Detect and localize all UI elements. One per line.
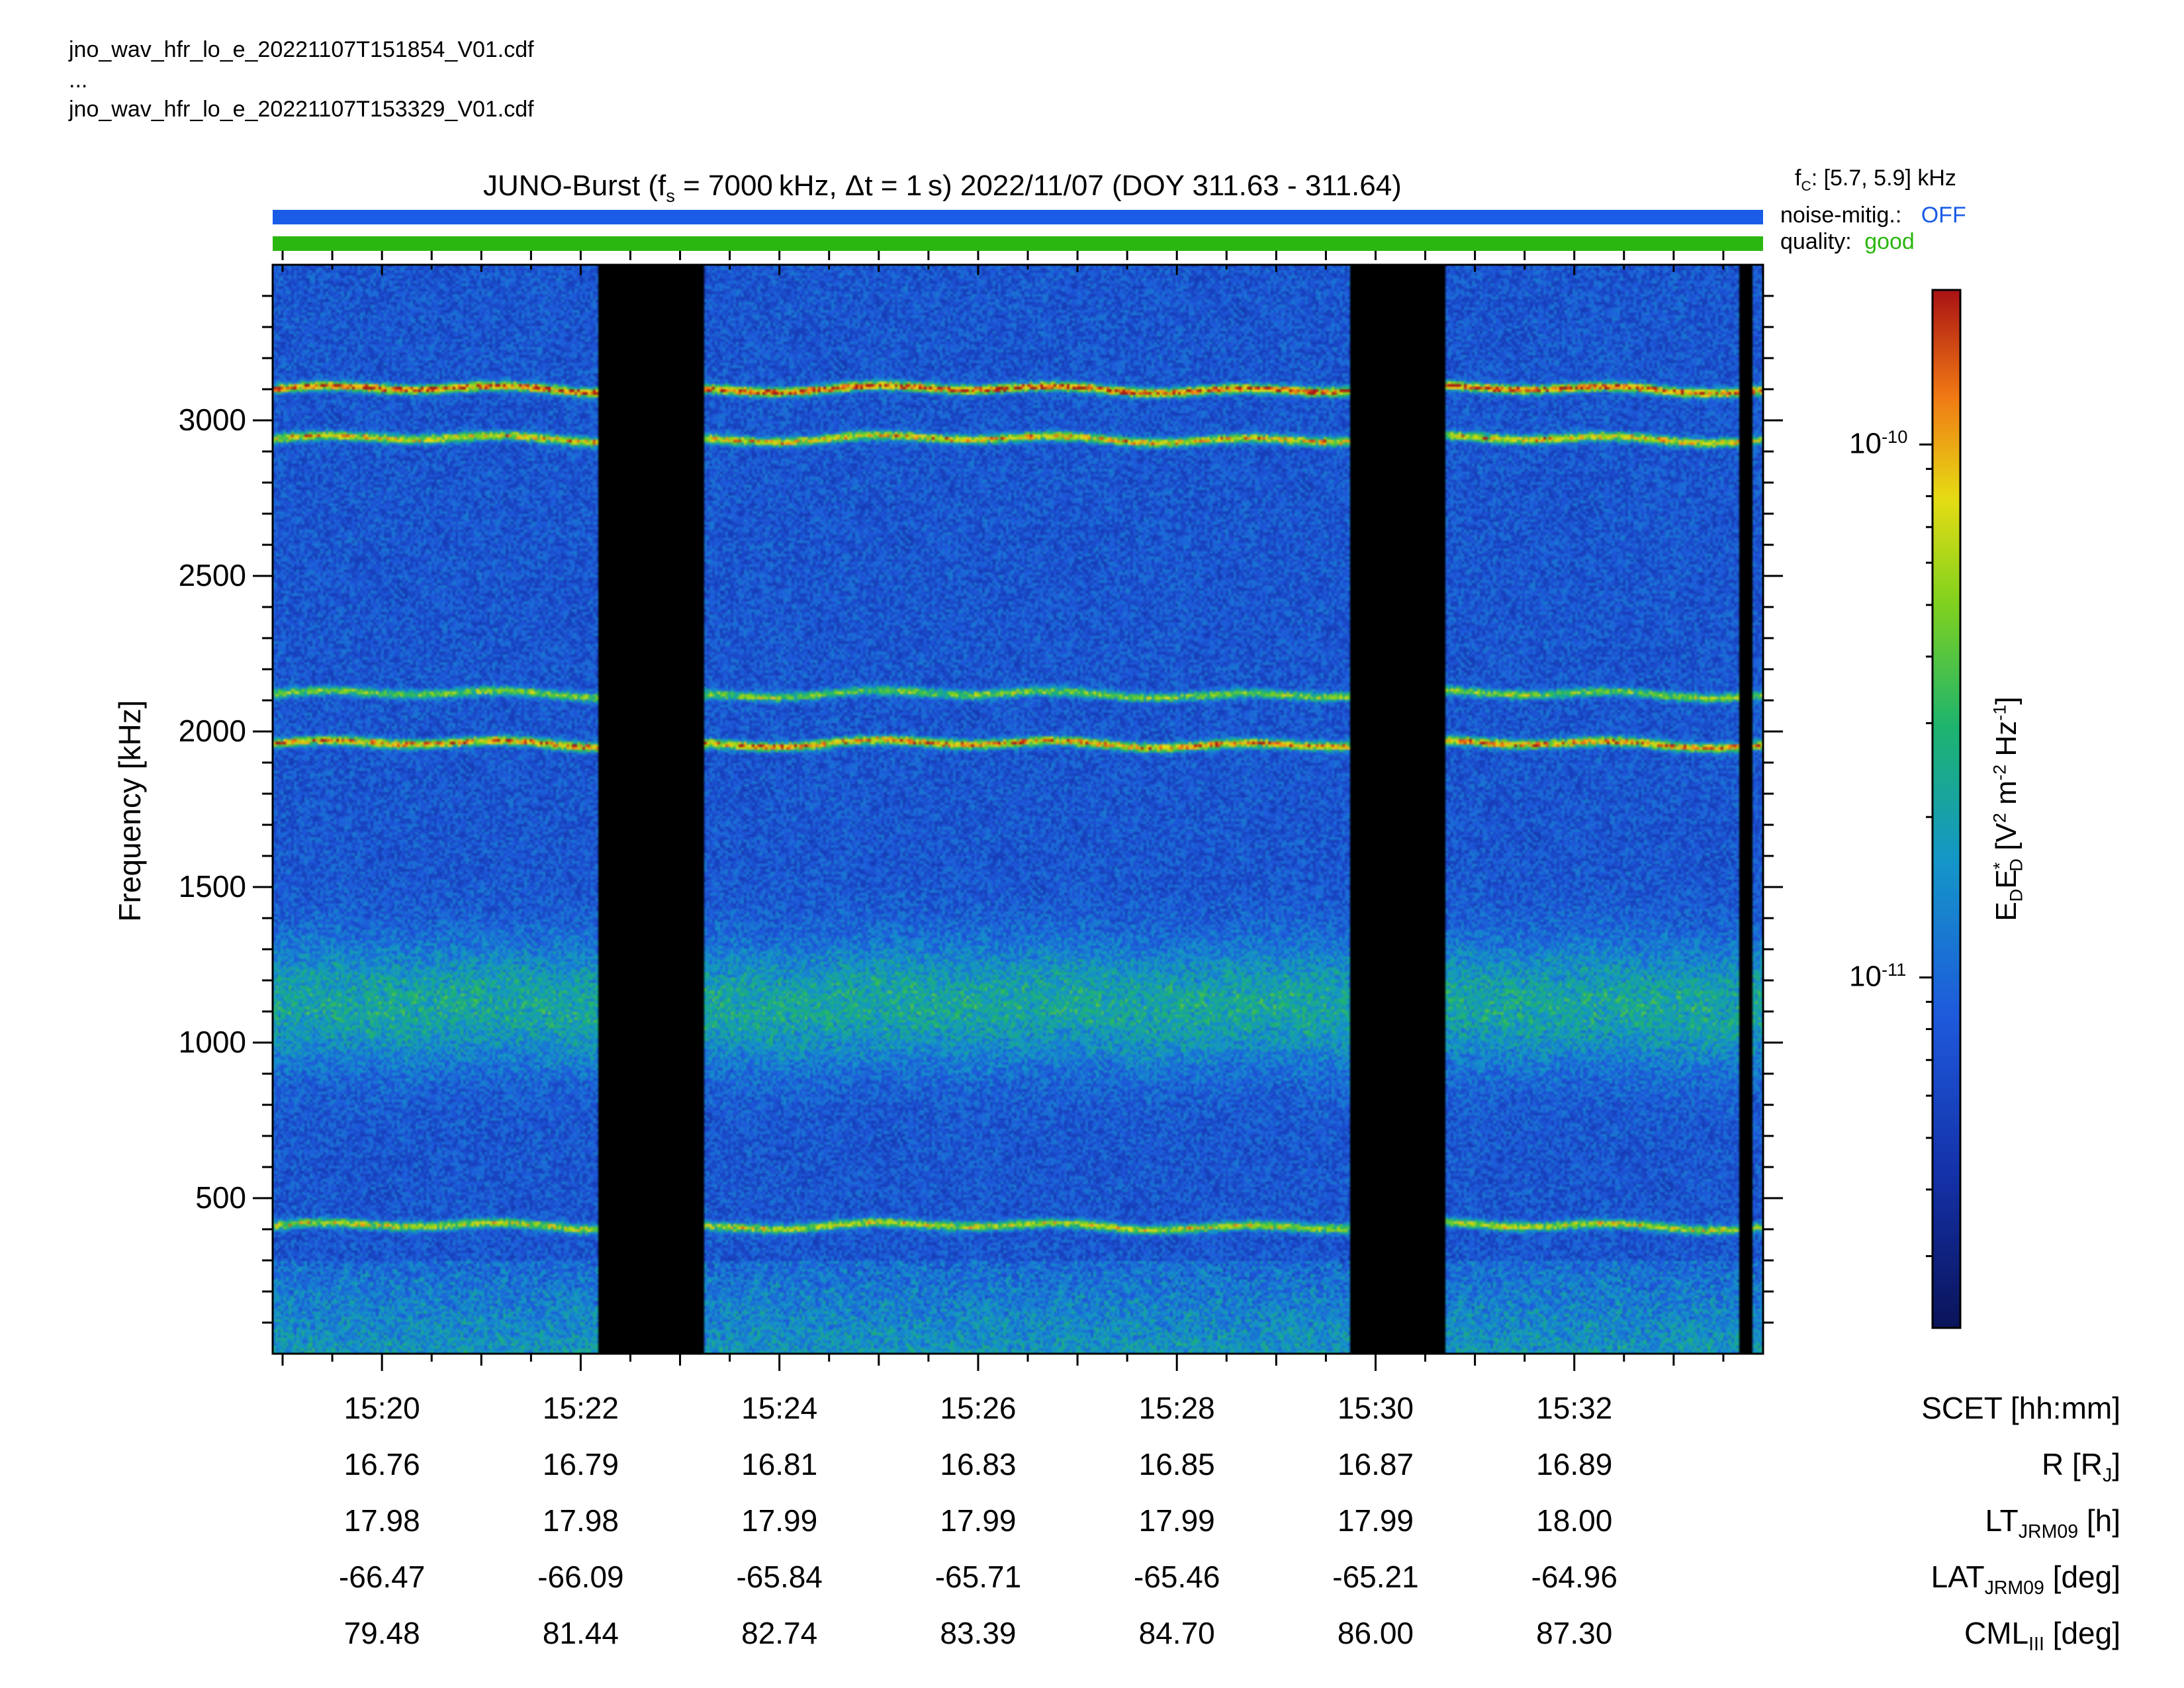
- ephemeris-label: R [RJ]: [2042, 1446, 2120, 1487]
- cbar-label-sub2: D: [2005, 858, 2026, 872]
- ephemeris-value: -66.47: [338, 1560, 426, 1594]
- ephemeris-label-tail: [h]: [2078, 1503, 2120, 1538]
- ephemeris-value: 15:28: [1138, 1391, 1215, 1425]
- ephemeris-value: 16.89: [1536, 1447, 1613, 1481]
- ephemeris-label-sub: JRM09: [1984, 1577, 2044, 1599]
- ephemeris-value: 16.87: [1337, 1447, 1414, 1481]
- colorbar-label: EDE*D [V2 m-2 Hz-1]: [1989, 696, 2026, 921]
- ephemeris-value: 15:30: [1337, 1391, 1414, 1425]
- ephemeris-value: 16.81: [741, 1447, 818, 1481]
- ephemeris-value: 84.70: [1138, 1616, 1215, 1650]
- ephemeris-value: 17.99: [741, 1503, 818, 1538]
- cbar-label-e1: E: [1989, 902, 2023, 921]
- y-axis-label: Frequency [kHz]: [113, 700, 147, 922]
- cbar-label-units: [V: [1989, 823, 2023, 859]
- ephemeris-value: 15:22: [542, 1391, 619, 1425]
- y-tick-label: 3000: [178, 402, 246, 437]
- ephemeris-value: 79.48: [343, 1616, 420, 1650]
- ephemeris-value: -65.71: [934, 1560, 1022, 1594]
- colorbar-tick-label: 10-11: [1849, 959, 1906, 994]
- colorbar-frame: [1931, 289, 1962, 1329]
- y-tick-label: 500: [195, 1180, 246, 1215]
- ephemeris-label: LATJRM09 [deg]: [1931, 1559, 2120, 1599]
- ephemeris-value: -66.09: [537, 1560, 624, 1594]
- ephemeris-value: 82.74: [741, 1616, 818, 1650]
- cbar-label-m: m: [1989, 780, 2023, 813]
- colorbar-tick-exp: -11: [1881, 959, 1907, 980]
- ephemeris-value: 18.00: [1536, 1503, 1613, 1538]
- colorbar-tick-exp: -10: [1881, 426, 1908, 447]
- ephemeris-value: 16.85: [1138, 1447, 1215, 1481]
- ephemeris-label-tail: ]: [2112, 1447, 2120, 1481]
- colorbar-tick-label: 10-10: [1849, 426, 1907, 461]
- ephemeris-value: 17.99: [940, 1503, 1017, 1538]
- ephemeris-label: SCET [hh:mm]: [1921, 1390, 2120, 1426]
- y-tick-label: 2000: [178, 714, 246, 748]
- ephemeris-label-main: CML: [1964, 1616, 2029, 1650]
- plot-frame: [271, 263, 1764, 1355]
- cbar-label-end: ]: [1989, 696, 2023, 705]
- ephemeris-value: 86.00: [1337, 1616, 1414, 1650]
- ephemeris-value: 15:20: [343, 1391, 420, 1425]
- y-tick-label: 1500: [178, 869, 246, 904]
- ephemeris-label-sub: JRM09: [2018, 1521, 2079, 1543]
- ephemeris-label-main: SCET [hh:mm]: [1921, 1391, 2120, 1425]
- ephemeris-value: -65.46: [1133, 1560, 1220, 1594]
- ephemeris-value: 16.79: [542, 1447, 619, 1481]
- ephemeris-value: 17.99: [1138, 1503, 1215, 1538]
- ephemeris-value: 17.98: [343, 1503, 420, 1538]
- ephemeris-label-main: LAT: [1931, 1560, 1985, 1594]
- ephemeris-label-main: LT: [1985, 1503, 2019, 1538]
- ephemeris-value: 17.98: [542, 1503, 619, 1538]
- ephemeris-value: 15:24: [741, 1391, 818, 1425]
- ephemeris-label-sub: J: [2102, 1465, 2113, 1487]
- ephemeris-value: -65.21: [1332, 1560, 1419, 1594]
- axes-overlay: [253, 251, 1962, 1371]
- ephemeris-label: CMLIII [deg]: [1964, 1615, 2120, 1656]
- cbar-label-sup4: -1: [1989, 704, 2010, 721]
- ephemeris-value: -64.96: [1531, 1560, 1617, 1594]
- colorbar-tick-base: 10: [1849, 960, 1882, 993]
- colorbar-tick-base: 10: [1849, 427, 1882, 460]
- ephemeris-label-tail: [deg]: [2044, 1616, 2120, 1650]
- y-tick-label: 2500: [178, 558, 246, 592]
- cbar-label-sup3: -2: [1989, 764, 2010, 781]
- ephemeris-label: LTJRM09 [h]: [1985, 1503, 2120, 1543]
- ephemeris-value: 15:32: [1536, 1391, 1613, 1425]
- ephemeris-value: 83.39: [940, 1616, 1017, 1650]
- cbar-label-hz: Hz: [1989, 720, 2023, 765]
- ephemeris-label-tail: [deg]: [2044, 1560, 2120, 1594]
- ephemeris-label-main: R [R: [2041, 1447, 2103, 1481]
- ephemeris-value: 16.76: [343, 1447, 420, 1481]
- ephemeris-value: 17.99: [1337, 1503, 1414, 1538]
- ephemeris-value: 16.83: [940, 1447, 1017, 1481]
- y-tick-label: 1000: [178, 1025, 246, 1059]
- ephemeris-label-sub: III: [2028, 1634, 2044, 1656]
- ephemeris-value: 15:26: [940, 1391, 1017, 1425]
- cbar-label-sub1: D: [2005, 888, 2026, 902]
- cbar-label-e2: E: [1989, 869, 2023, 889]
- cbar-label-sup2: 2: [1989, 812, 2010, 823]
- ephemeris-value: 81.44: [542, 1616, 619, 1650]
- ephemeris-value: -65.84: [736, 1560, 823, 1594]
- ephemeris-value: 87.30: [1536, 1616, 1613, 1650]
